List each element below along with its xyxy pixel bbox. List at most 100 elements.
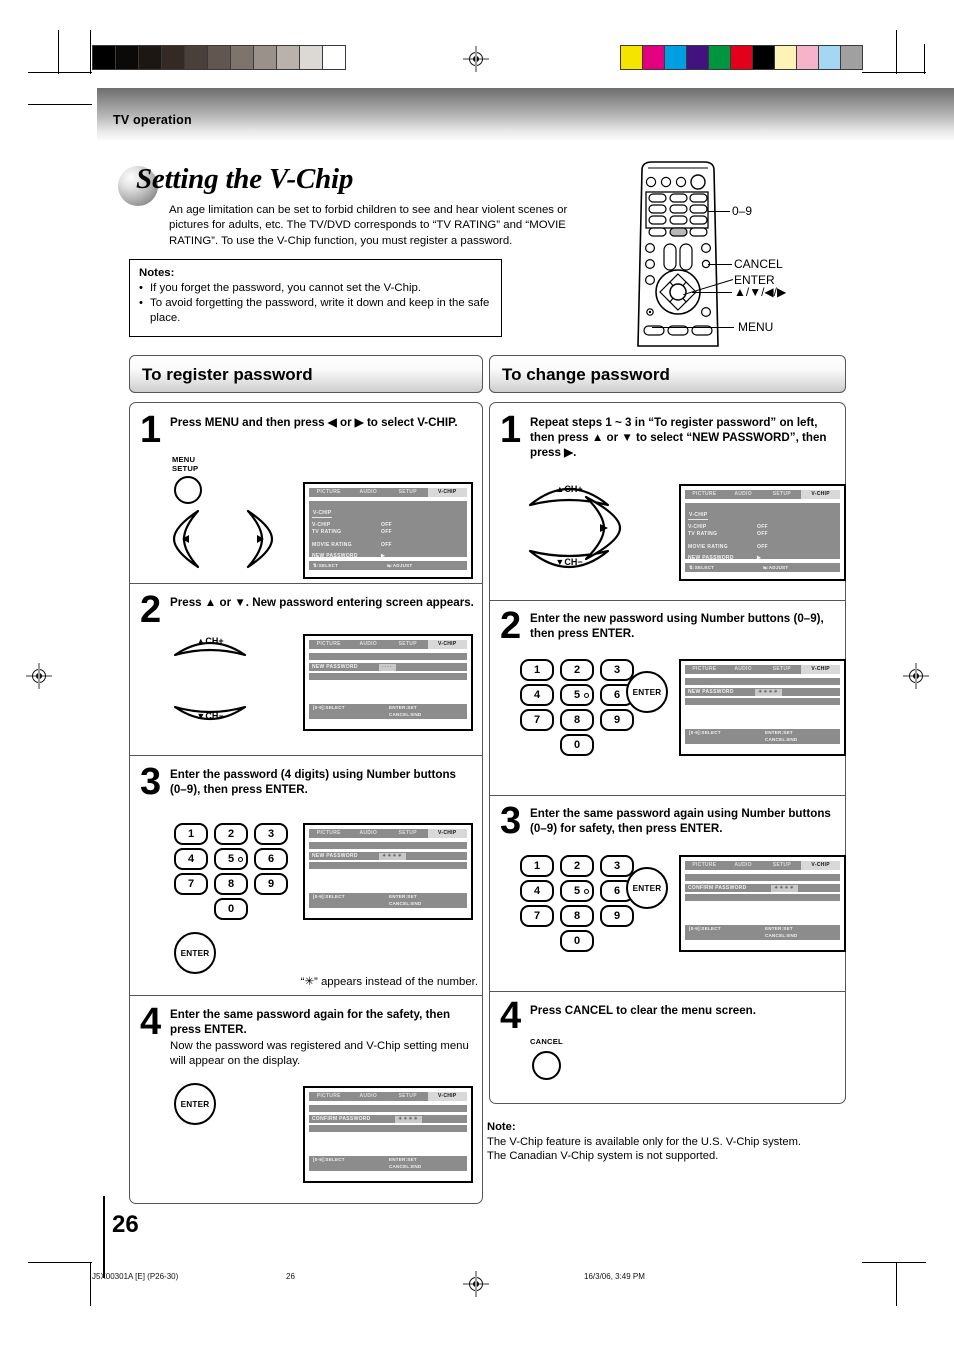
osd-tab-picture: PICTURE [692,491,717,497]
osd-footer-end: CANCEL:END [389,901,422,906]
callout-leader-menu [652,327,734,329]
osd-filler-row [309,862,467,869]
section-label: TV operation [113,113,192,127]
step-text: Press ▲ or ▼. New password entering scre… [170,596,474,609]
notes-box: Notes: If you forget the password, you c… [129,259,502,337]
channel-up-button-icon: ▲CH+ [172,633,248,659]
osd-footer: ⇅:SELECT ⇆:ADJUST [685,563,840,572]
registration-mark-bottom [463,1271,489,1297]
step-number: 4 [500,995,522,1037]
cursor-cluster-icon: ▲CH+ ▼CH− [524,475,634,580]
osd-row-value: ▶ [757,555,762,561]
number-key-5: 5 [214,848,248,870]
calibration-swatch [841,46,862,69]
osd-footer-select: ⇅:SELECT [689,565,715,570]
step-text: Press CANCEL to clear the menu screen. [530,1004,756,1017]
step-number: 3 [140,761,162,803]
number-key-label: 7 [533,714,541,726]
footer-timestamp: 16/3/06, 3:49 PM [584,1272,645,1281]
number-key-1: 1 [520,855,554,877]
footer-doc-id: J5X00301A [E] (P26-30) [92,1272,179,1281]
osd-screen-new-password-empty: PICTUREAUDIOSETUPV-CHIPV-CHIPNEW PASSWOR… [303,634,473,731]
osd-tab-v-chip: V-CHIP [801,490,840,499]
cancel-button-label: CANCEL [530,1037,563,1046]
osd-footer-select: [0-9]:SELECT [689,730,721,735]
osd-tab-v-chip: V-CHIP [427,488,467,497]
calibration-swatch [323,46,345,69]
tactile-dot-icon [584,888,589,894]
channel-up-label: ▲CH+ [555,484,583,494]
menu-setup-button-icon [174,476,202,504]
calibration-swatch [621,46,643,69]
osd-footer-adjust: ⇆:ADJUST [387,563,413,568]
page-title-text: Setting the V-Chip [136,163,354,195]
calibration-swatch [797,46,819,69]
footer-page: 26 [286,1272,295,1281]
page-number: 26 [112,1211,139,1238]
osd-row-value: OFF [381,542,392,548]
osd-row-vchip: V-CHIP OFF [312,522,392,528]
osd-filler-row [685,894,840,901]
bottom-note-heading: Note: [487,1121,516,1133]
osd-menu-title-bar: V-CHIP [309,1105,467,1122]
channel-down-button-icon: ▼CH− [172,703,248,729]
channel-down-label: ▼CH− [196,711,224,721]
osd-menu-body: V-CHIP V-CHIP OFF TV RATING OFF MOVIE RATING O… [309,501,467,559]
panel-change-password: 1 Repeat steps 1 ~ 3 in “To register pas… [489,402,846,1104]
osd-screen-vchip-menu: PICTURE AUDIO SETUP V-CHIP V-CHIP V-CHIP OFF TV… [303,482,473,579]
calibration-swatch [116,46,139,69]
enter-button-label: ENTER [180,1099,210,1109]
osd-screen-confirm-password: PICTUREAUDIOSETUPV-CHIPV-CHIPCONFIRM PAS… [303,1086,473,1183]
number-key-label: 7 [533,910,541,922]
callout-leader-numbers [708,211,730,213]
number-key-label: 8 [227,878,235,890]
osd-screen-new-password-filled: PICTUREAUDIOSETUPV-CHIPV-CHIPNEW PASSWOR… [303,823,473,920]
osd-row-value: OFF [757,531,768,537]
number-key-8: 8 [560,905,594,927]
number-key-label: 1 [187,828,195,840]
osd-tab-v-chip: V-CHIP [801,665,840,674]
enter-button-icon: ENTER [626,867,668,909]
callout-leader-cursor [692,292,732,294]
osd-footer: [0-9]:SELECT ENTER:SET CANCEL:END [309,704,467,719]
callout-numbers: 0–9 [732,204,753,218]
callout-cursor: ▲/▼/◀/▶ [734,285,787,299]
page-number-rule [103,1196,105,1278]
calibration-swatch [819,46,841,69]
osd-row-vchip: V-CHIP OFF [688,524,768,530]
osd-tab-bar: PICTURE AUDIO SETUP V-CHIP [685,490,840,499]
enter-button-label: ENTER [632,883,662,893]
number-key-4: 4 [520,880,554,902]
osd-row-new-password: NEW PASSWORD ▶ [312,553,386,559]
osd-tab-audio: AUDIO [734,491,752,497]
osd-menu-title-bar: V-CHIP [685,678,840,695]
step-number: 2 [500,605,522,647]
number-key-6: 6 [254,848,288,870]
step-text: Enter the password (4 digits) using Numb… [170,768,456,796]
osd-menu-body: V-CHIP V-CHIP OFF TV RATING OFF MOVIE RATING O… [685,503,840,561]
osd-tab-audio: AUDIO [734,862,752,868]
osd-tab-setup: SETUP [772,666,791,672]
osd-password-label: CONFIRM PASSWORD [312,1116,371,1122]
calibration-swatch [709,46,731,69]
number-key-0: 0 [214,898,248,920]
osd-password-value: ✳✳✳✳ [771,884,798,892]
step-text-extra: Now the password was registered and V-Ch… [170,1040,469,1067]
osd-footer-end: CANCEL:END [389,712,422,717]
osd-footer-end: CANCEL:END [765,737,798,742]
osd-tab-setup: SETUP [398,489,417,495]
number-key-label: 9 [613,714,621,726]
osd-footer-set: ENTER:SET [765,926,793,931]
osd-row-movie-rating: MOVIE RATING OFF [312,542,392,548]
calibration-swatch [753,46,775,69]
calibration-swatch [300,46,323,69]
osd-password-value: ✳✳✳✳ [379,852,406,860]
osd-footer-select: [0-9]:SELECT [313,894,345,899]
osd-footer-end: CANCEL:END [389,1164,422,1169]
calibration-swatch [277,46,300,69]
osd-footer-set: ENTER:SET [765,730,793,735]
number-key-label: 0 [573,739,581,751]
enter-button-label: ENTER [180,948,210,958]
osd-tab-v-chip: V-CHIP [801,861,840,870]
number-key-label: 0 [227,903,235,915]
